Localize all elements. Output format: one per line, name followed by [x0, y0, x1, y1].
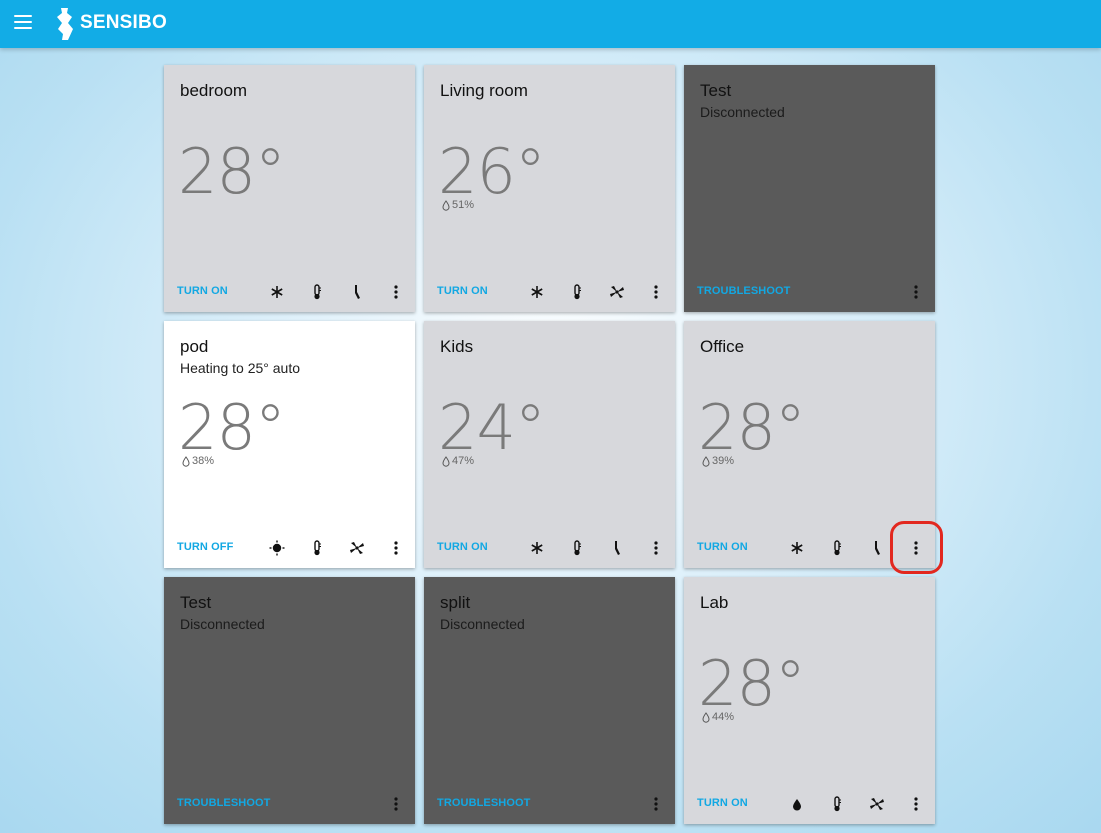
thermometer-icon[interactable]: [567, 283, 587, 301]
humidity-value: 38%: [192, 455, 215, 467]
turn-on-button[interactable]: TURN ON: [437, 285, 488, 297]
thermometer-icon[interactable]: [307, 283, 327, 301]
device-name: split: [440, 593, 471, 612]
swing-icon[interactable]: [607, 539, 627, 557]
more-options-icon[interactable]: [646, 283, 666, 301]
thermometer-icon[interactable]: [567, 539, 587, 557]
device-card-test-disconnected[interactable]: Test Disconnected TROUBLESHOOT: [684, 65, 935, 312]
device-status: Disconnected: [440, 616, 525, 632]
device-card-pod[interactable]: pod Heating to 25° auto 28° 38% TURN OFF: [164, 321, 415, 568]
humidity-drop-icon: [702, 455, 710, 467]
device-status: Disconnected: [700, 104, 785, 120]
device-name: Living room: [440, 81, 528, 100]
snowflake-icon[interactable]: [527, 539, 547, 557]
humidity-value: 51%: [452, 199, 475, 211]
humidity-readout: 44%: [702, 711, 734, 723]
humidity-readout: 47%: [442, 455, 474, 467]
humidity-drop-icon: [442, 199, 450, 211]
fan-icon[interactable]: [607, 283, 627, 301]
device-name: Office: [700, 337, 745, 356]
turn-on-button[interactable]: TURN ON: [697, 797, 748, 809]
device-card-living-room[interactable]: Living room 26° 51% TURN ON: [424, 65, 675, 312]
humidity-value: 44%: [712, 711, 735, 723]
turn-on-button[interactable]: TURN ON: [177, 285, 228, 297]
more-options-icon[interactable]: [386, 795, 406, 813]
humidity-value: 39%: [712, 455, 735, 467]
dry-mode-drop-icon[interactable]: [787, 795, 807, 813]
thermometer-icon[interactable]: [307, 539, 327, 557]
device-card-office[interactable]: Office 28° 39% TURN ON: [684, 321, 935, 568]
device-name: Kids: [440, 337, 474, 356]
current-temperature: 28°: [178, 135, 286, 208]
turn-on-button[interactable]: TURN ON: [437, 541, 488, 553]
turn-on-button[interactable]: TURN ON: [697, 541, 748, 553]
sun-icon[interactable]: [267, 539, 287, 557]
swing-icon[interactable]: [867, 539, 887, 557]
device-status: Disconnected: [180, 616, 265, 632]
current-temperature: 28°: [698, 391, 806, 464]
thermometer-icon[interactable]: [827, 795, 847, 813]
more-options-icon[interactable]: [646, 539, 666, 557]
snowflake-icon[interactable]: [267, 283, 287, 301]
more-options-icon[interactable]: [906, 539, 926, 557]
humidity-drop-icon: [442, 455, 450, 467]
troubleshoot-button[interactable]: TROUBLESHOOT: [437, 797, 530, 809]
more-options-icon[interactable]: [906, 283, 926, 301]
turn-off-button[interactable]: TURN OFF: [177, 541, 233, 553]
device-status: Heating to 25° auto: [180, 360, 301, 376]
device-name: pod: [180, 337, 209, 356]
snowflake-icon[interactable]: [787, 539, 807, 557]
hamburger-menu-icon[interactable]: [14, 15, 32, 29]
more-options-icon[interactable]: [386, 539, 406, 557]
snowflake-icon[interactable]: [527, 283, 547, 301]
humidity-value: 47%: [452, 455, 475, 467]
humidity-drop-icon: [702, 711, 710, 723]
device-card-test-disconnected-2[interactable]: Test Disconnected TROUBLESHOOT: [164, 577, 415, 824]
device-name: Test: [700, 81, 732, 100]
troubleshoot-button[interactable]: TROUBLESHOOT: [697, 285, 790, 297]
device-card-bedroom[interactable]: bedroom 28° TURN ON: [164, 65, 415, 312]
device-name: Test: [180, 593, 212, 612]
current-temperature: 26°: [438, 135, 546, 208]
fan-icon[interactable]: [347, 539, 367, 557]
more-options-icon[interactable]: [646, 795, 666, 813]
top-app-bar: SENSIBO: [0, 0, 1101, 48]
current-temperature: 28°: [178, 391, 286, 464]
humidity-drop-icon: [182, 455, 190, 467]
device-name: bedroom: [180, 81, 248, 100]
fan-icon[interactable]: [867, 795, 887, 813]
sensibo-logo-icon[interactable]: [56, 7, 74, 41]
brand-name[interactable]: SENSIBO: [80, 12, 167, 34]
device-card-split[interactable]: split Disconnected TROUBLESHOOT: [424, 577, 675, 824]
device-card-lab[interactable]: Lab 28° 44% TURN ON: [684, 577, 935, 824]
troubleshoot-button[interactable]: TROUBLESHOOT: [177, 797, 270, 809]
humidity-readout: 38%: [182, 455, 214, 467]
device-card-kids[interactable]: Kids 24° 47% TURN ON: [424, 321, 675, 568]
swing-icon[interactable]: [347, 283, 367, 301]
humidity-readout: 39%: [702, 455, 734, 467]
humidity-readout: 51%: [442, 199, 474, 211]
device-name: Lab: [700, 593, 729, 612]
more-options-icon[interactable]: [386, 283, 406, 301]
more-options-icon[interactable]: [906, 795, 926, 813]
current-temperature: 24°: [438, 391, 546, 464]
thermometer-icon[interactable]: [827, 539, 847, 557]
current-temperature: 28°: [698, 647, 806, 720]
